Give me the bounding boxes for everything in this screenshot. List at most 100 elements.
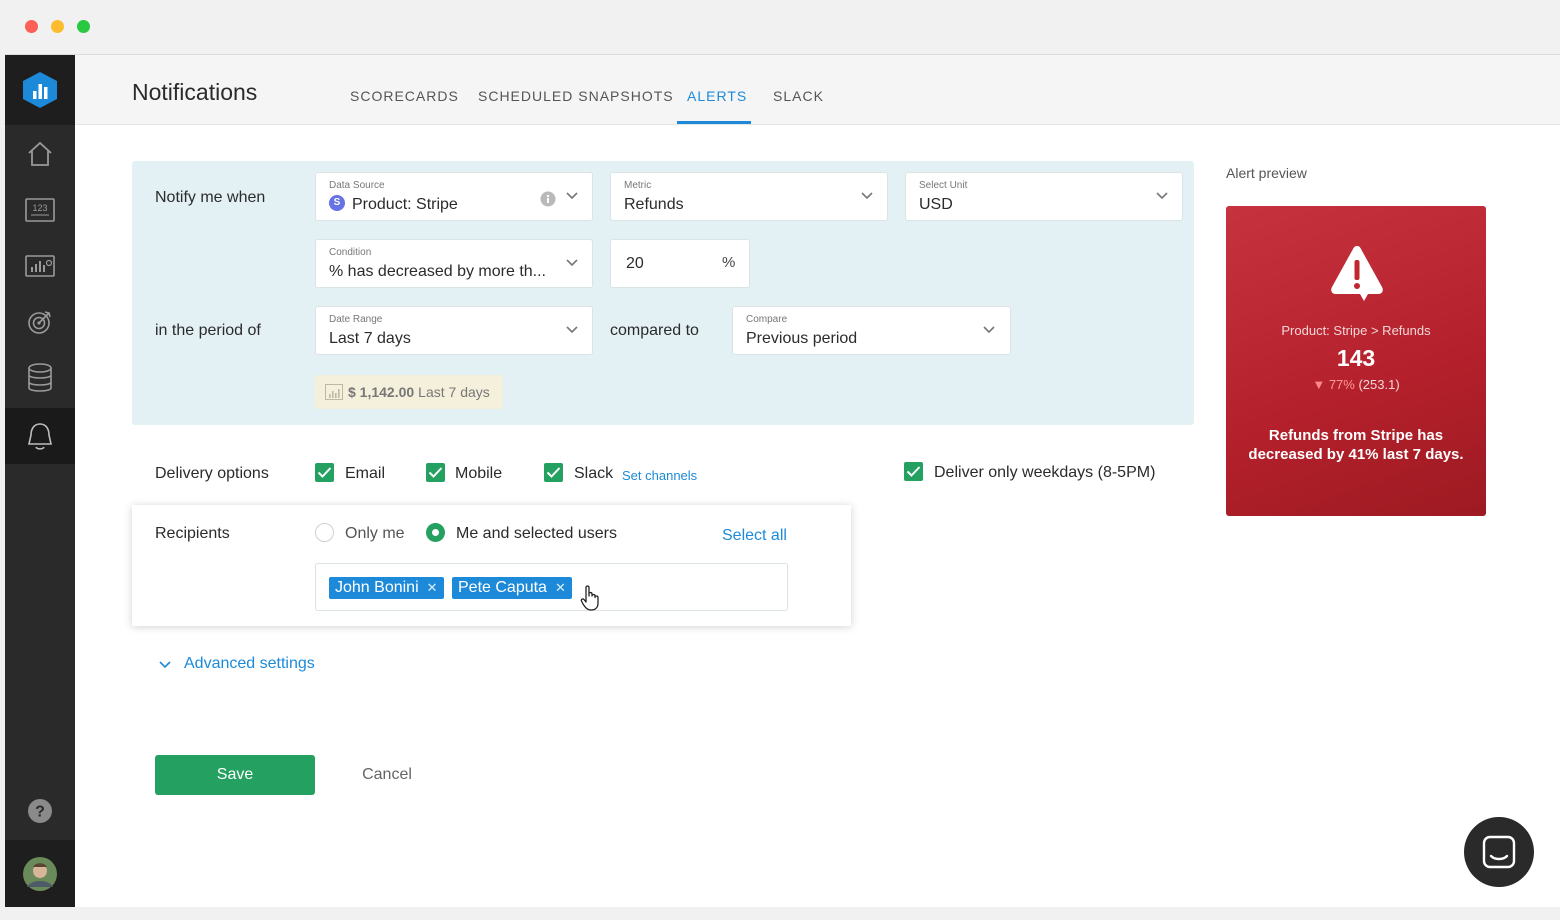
me-and-selected-label: Me and selected users bbox=[456, 525, 617, 542]
only-me-radio[interactable] bbox=[315, 523, 334, 542]
recipient-name: John Bonini bbox=[335, 579, 419, 596]
metric-label: Metric bbox=[624, 180, 652, 191]
user-avatar bbox=[23, 856, 57, 891]
logo-icon bbox=[23, 72, 57, 108]
check-icon bbox=[317, 467, 332, 478]
threshold-input[interactable]: 20 % bbox=[610, 239, 750, 288]
recipient-chip: John Bonini ✕ bbox=[329, 577, 444, 599]
save-button[interactable]: Save bbox=[155, 755, 315, 795]
chevron-down-icon bbox=[566, 259, 578, 267]
chevron-down-icon bbox=[1156, 192, 1168, 200]
tab-scheduled-snapshots[interactable]: SCHEDULED SNAPSHOTS bbox=[478, 88, 674, 104]
main-content: Notifications SCORECARDS SCHEDULED SNAPS… bbox=[75, 55, 1560, 907]
svg-text:?: ? bbox=[35, 804, 45, 821]
chat-widget-button[interactable] bbox=[1464, 817, 1534, 887]
only-me-label: Only me bbox=[345, 525, 405, 542]
sidebar-user[interactable] bbox=[5, 840, 75, 907]
database-icon bbox=[28, 363, 52, 392]
date-range-select[interactable]: Date Range Last 7 days bbox=[315, 306, 593, 355]
threshold-suffix: % bbox=[722, 254, 736, 271]
compared-to-label: compared to bbox=[610, 322, 699, 339]
sidebar-item-metrics[interactable]: 123 bbox=[5, 182, 75, 238]
maximize-window-button[interactable] bbox=[77, 20, 90, 33]
mobile-option-label: Mobile bbox=[455, 465, 503, 482]
unit-select[interactable]: Select Unit USD bbox=[905, 172, 1183, 221]
current-value-hint: $ 1,142.00 Last 7 days bbox=[315, 375, 503, 409]
metric-select[interactable]: Metric Refunds bbox=[610, 172, 888, 221]
chat-icon bbox=[1482, 835, 1516, 869]
hint-amount: $ 1,142.00 bbox=[348, 384, 415, 400]
select-all-link[interactable]: Select all bbox=[722, 527, 787, 545]
notify-label: Notify me when bbox=[155, 189, 266, 206]
chevron-down-icon bbox=[566, 192, 578, 200]
preview-message: Refunds from Stripe has decreased by 41%… bbox=[1248, 427, 1464, 463]
tab-alerts[interactable]: ALERTS bbox=[687, 88, 747, 104]
check-icon bbox=[428, 467, 443, 478]
delivery-label: Delivery options bbox=[155, 465, 269, 482]
date-range-label: Date Range bbox=[329, 314, 383, 325]
weekdays-checkbox[interactable] bbox=[904, 462, 923, 481]
sidebar-item-help[interactable]: ? bbox=[5, 783, 75, 839]
email-option-label: Email bbox=[345, 465, 386, 482]
compare-label: Compare bbox=[746, 314, 788, 325]
threshold-value: 20 bbox=[626, 255, 644, 272]
preview-value: 143 bbox=[1336, 345, 1376, 371]
slack-checkbox[interactable] bbox=[544, 463, 563, 482]
slack-option-label: Slack bbox=[574, 465, 614, 482]
data-source-select[interactable]: Data Source S Product: Stripe bbox=[315, 172, 593, 221]
stripe-icon: S bbox=[329, 195, 345, 211]
sidebar: 123 ? bbox=[5, 55, 79, 907]
hint-period: Last 7 days bbox=[418, 384, 490, 400]
recipient-chip: Pete Caputa ✕ bbox=[452, 577, 572, 599]
remove-recipient-icon[interactable]: ✕ bbox=[427, 580, 438, 595]
condition-select[interactable]: Condition % has decreased by more th... bbox=[315, 239, 593, 288]
number-metrics-icon: 123 bbox=[25, 198, 55, 222]
tab-slack[interactable]: SLACK bbox=[773, 88, 824, 104]
title-bar bbox=[5, 0, 1560, 55]
sidebar-item-goals[interactable] bbox=[5, 294, 75, 350]
compare-value: Previous period bbox=[746, 330, 858, 347]
mobile-checkbox[interactable] bbox=[426, 463, 445, 482]
minimize-window-button[interactable] bbox=[51, 20, 64, 33]
active-tab-indicator bbox=[677, 121, 751, 124]
cancel-button[interactable]: Cancel bbox=[345, 755, 429, 795]
info-icon[interactable] bbox=[540, 191, 556, 207]
weekdays-option-label: Deliver only weekdays (8-5PM) bbox=[934, 464, 1156, 481]
email-checkbox[interactable] bbox=[315, 463, 334, 482]
sidebar-item-home[interactable] bbox=[5, 126, 75, 182]
tab-scorecards[interactable]: SCORECARDS bbox=[350, 88, 459, 104]
app-logo[interactable] bbox=[5, 55, 75, 125]
condition-value: % has decreased by more th... bbox=[329, 263, 546, 280]
date-range-value: Last 7 days bbox=[329, 330, 411, 347]
set-channels-link[interactable]: Set channels bbox=[622, 468, 697, 483]
alert-preview-card: Product: Stripe > Refunds 143 ▼ 77% (253… bbox=[1226, 206, 1486, 516]
me-and-selected-radio[interactable] bbox=[426, 523, 445, 542]
chevron-down-icon bbox=[159, 661, 171, 669]
advanced-settings-label: Advanced settings bbox=[184, 655, 315, 672]
hand-cursor-icon bbox=[580, 585, 599, 611]
goals-target-icon bbox=[28, 311, 51, 334]
mini-chart-icon bbox=[325, 384, 343, 400]
warning-icon bbox=[1331, 246, 1383, 301]
recipients-panel: Recipients Only me Me and selected users… bbox=[132, 505, 851, 626]
recipient-name: Pete Caputa bbox=[458, 579, 547, 596]
chevron-down-icon bbox=[566, 326, 578, 334]
remove-recipient-icon[interactable]: ✕ bbox=[555, 580, 566, 595]
help-icon: ? bbox=[28, 799, 52, 823]
sidebar-item-notifications[interactable] bbox=[5, 408, 79, 464]
dashboard-chart-icon bbox=[25, 255, 55, 277]
sidebar-item-dashboards[interactable] bbox=[5, 238, 75, 294]
compare-select[interactable]: Compare Previous period bbox=[732, 306, 1011, 355]
app-window: 123 ? Notifications SCORECARDS SCHEDULED… bbox=[5, 0, 1560, 907]
chevron-down-icon bbox=[861, 192, 873, 200]
alert-preview-label: Alert preview bbox=[1226, 165, 1307, 181]
page-title: Notifications bbox=[132, 79, 258, 105]
bell-icon bbox=[28, 423, 52, 450]
preview-delta-pct: 77% bbox=[1328, 377, 1355, 392]
preview-delta: ▼ 77% (253.1) bbox=[1226, 377, 1486, 392]
close-window-button[interactable] bbox=[25, 20, 38, 33]
preview-delta-prev: (253.1) bbox=[1358, 377, 1400, 392]
sidebar-item-datasources[interactable] bbox=[5, 350, 75, 406]
check-icon bbox=[906, 466, 921, 477]
recipients-input[interactable]: John Bonini ✕ Pete Caputa ✕ bbox=[315, 563, 788, 611]
